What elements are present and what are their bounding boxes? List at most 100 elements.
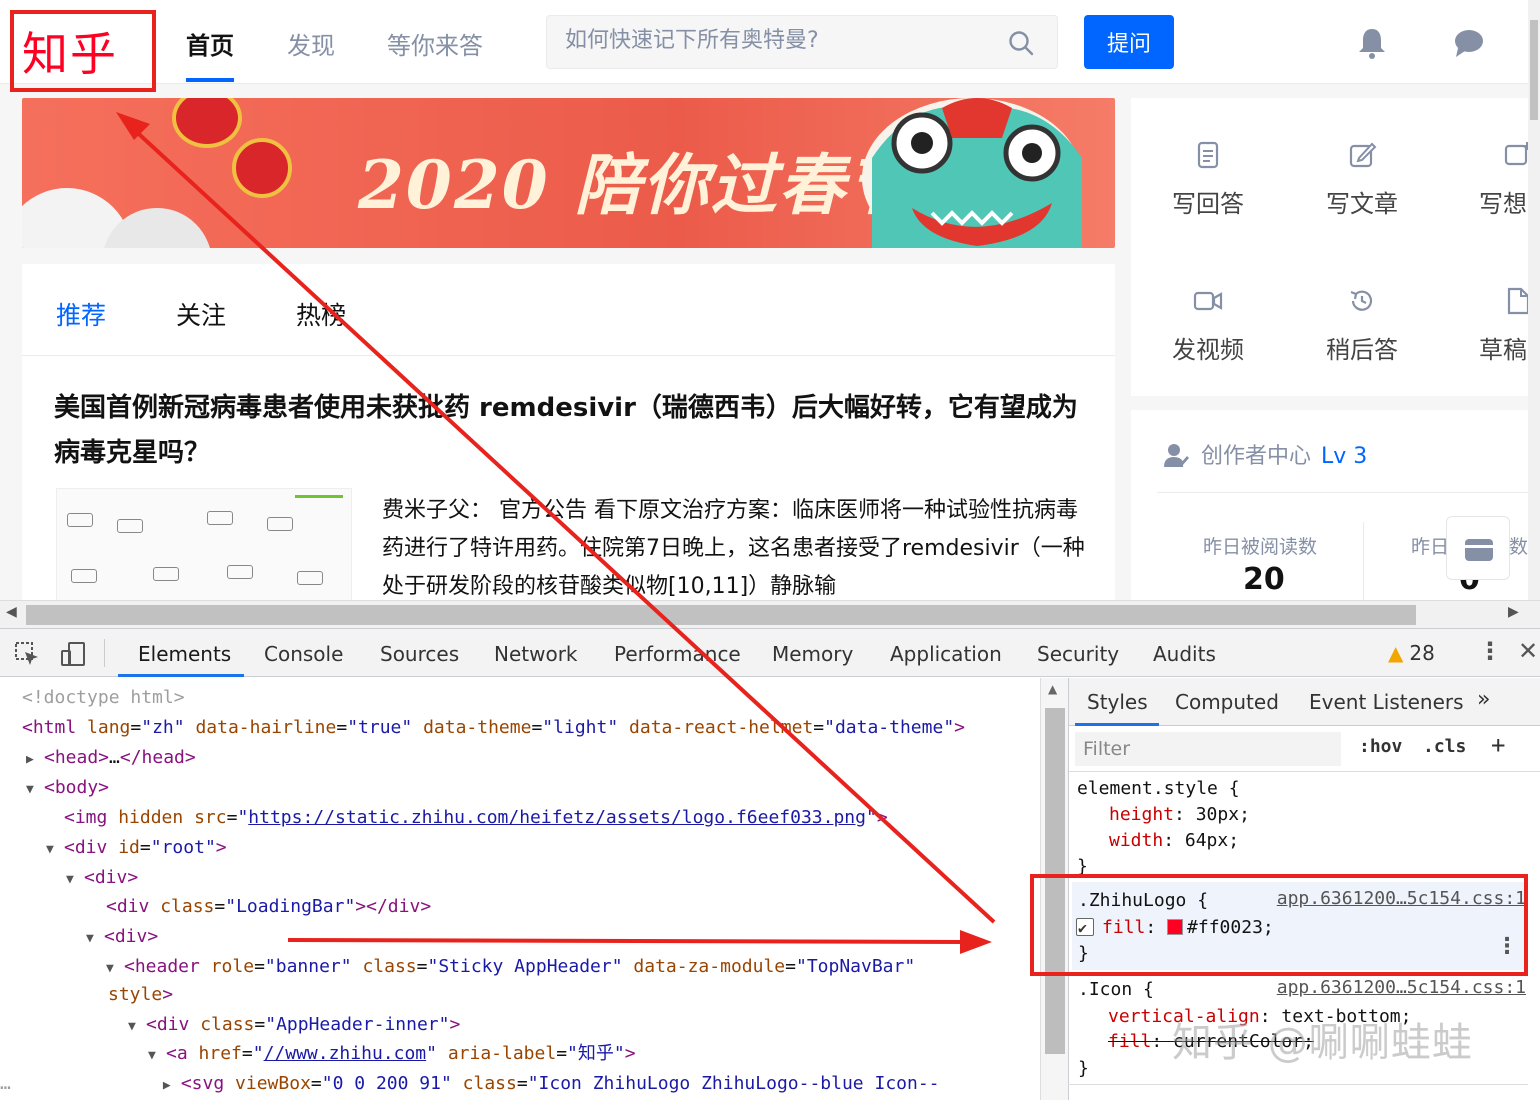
attr-module: TopNavBar (806, 956, 905, 977)
dom-line-header[interactable]: ▼ <header role="banner" class="Sticky App… (106, 953, 915, 981)
dom-line-header-style[interactable]: style> (108, 981, 173, 1009)
spring-festival-banner[interactable]: 2020 陪你过春节 (22, 98, 1115, 248)
attr-theme: light (553, 717, 608, 738)
new-rule-button[interactable]: + (1491, 731, 1505, 759)
molecule-figure (117, 519, 143, 533)
img-src-link[interactable]: https://static.zhihu.com/heifetz/assets/… (248, 807, 866, 828)
dom-line-head[interactable]: ▶ <head>…</head> (26, 744, 196, 772)
history-icon (1350, 290, 1373, 311)
bell-icon[interactable] (1355, 26, 1389, 60)
write-article-button[interactable]: 写文章 (1307, 140, 1417, 219)
dom-line-inner[interactable]: ▼ <div class="AppHeader-inner"> (128, 1011, 460, 1039)
lion-dance-icon (862, 98, 1082, 248)
tab-network[interactable]: Network (494, 642, 578, 666)
tab-audits[interactable]: Audits (1153, 642, 1216, 666)
dom-line-loadingbar[interactable]: <div class="LoadingBar"></div> (106, 893, 431, 921)
dom-line-div[interactable]: ▼ <div> (66, 864, 138, 892)
stat-label-second: 昨日 (1411, 536, 1450, 558)
collapse-arrow-icon[interactable]: ▼ (46, 836, 64, 864)
nav-active-underline (186, 78, 234, 82)
elements-tree: <!doctype html> <html lang="zh" data-hai… (0, 678, 1040, 1100)
css-decl-height[interactable]: height: 30px; (1109, 802, 1250, 828)
app-header: 知乎 首页 发现 等你来答 提问 (0, 0, 1540, 92)
page-horizontal-scrollbar[interactable]: ◀ ▶ (0, 600, 1540, 628)
zhihu-logo[interactable]: 知乎 (10, 10, 156, 92)
stat-label-second-tail: 数 (1509, 536, 1529, 558)
feed-card: 推荐 关注 热榜 美国首例新冠病毒患者使用未获批药 remdesivir（瑞德西… (22, 264, 1115, 628)
collapse-arrow-icon[interactable]: ▼ (86, 925, 104, 953)
question-title[interactable]: 美国首例新冠病毒患者使用未获批药 remdesivir（瑞德西韦）后大幅好转，它… (54, 386, 1084, 476)
answer-excerpt[interactable]: 费米子父： 官方公告 看下原文治疗方案：临床医师将一种试验性抗病毒药进行了特许用… (382, 492, 1088, 606)
write-answer-button[interactable]: 写回答 (1153, 140, 1263, 219)
dom-line-root[interactable]: ▼ <div id="root"> (46, 834, 227, 862)
creator-center-link[interactable]: 创作者中心 Lv 3 (1163, 438, 1367, 470)
tab-computed[interactable]: Computed (1175, 690, 1279, 714)
search-box[interactable] (546, 15, 1058, 69)
expand-arrow-icon[interactable]: ▶ (26, 746, 44, 774)
watermark: 知乎 @唰唰蛙蛙 (1172, 1020, 1473, 1066)
more-tabs-icon[interactable]: » (1477, 687, 1490, 712)
scroll-left-icon[interactable]: ◀ (6, 604, 17, 620)
collapse-arrow-icon[interactable]: ▼ (128, 1013, 146, 1041)
collapse-arrow-icon[interactable]: ▼ (26, 776, 44, 804)
scrollbar-thumb[interactable] (26, 605, 1416, 625)
tab-follow[interactable]: 关注 (176, 296, 226, 332)
warnings-counter[interactable]: ▲ 28 (1388, 641, 1435, 665)
class-toggle[interactable]: .cls (1423, 736, 1466, 757)
device-toolbar-icon[interactable] (60, 641, 86, 667)
tab-hot[interactable]: 热榜 (296, 296, 346, 332)
styles-filter-input[interactable] (1075, 732, 1341, 766)
collapse-arrow-icon[interactable]: ▼ (148, 1042, 166, 1070)
floating-action-button[interactable] (1446, 516, 1510, 580)
scrollbar-thumb[interactable] (1530, 20, 1538, 120)
search-input[interactable] (565, 28, 985, 53)
dom-line-img[interactable]: <img hidden src="https://static.zhihu.co… (64, 804, 888, 832)
close-icon[interactable]: ✕ (1518, 637, 1538, 665)
chat-icon[interactable] (1452, 26, 1486, 60)
collapse-arrow-icon[interactable]: ▼ (66, 866, 84, 894)
answer-later-button[interactable]: 稍后答 (1307, 286, 1417, 365)
highlight-box (1030, 874, 1528, 976)
document-icon (1197, 141, 1219, 169)
expand-arrow-icon[interactable]: ▶ (163, 1072, 181, 1100)
dom-line-html[interactable]: <html lang="zh" data-hairline="true" dat… (22, 714, 965, 742)
page-vertical-scrollbar[interactable] (1528, 0, 1540, 600)
icon-source-link[interactable]: app.6361200…5c154.css:1 (1277, 977, 1526, 998)
question-thumbnail[interactable] (56, 488, 352, 608)
css-decl-width[interactable]: width: 64px; (1109, 828, 1239, 854)
dom-line-anchor[interactable]: ▼ <a href="//www.zhihu.com" aria-label="知… (148, 1040, 636, 1068)
dom-line-div2[interactable]: ▼ <div> (86, 923, 158, 951)
icon-selector: .Icon { (1078, 979, 1154, 1000)
dom-line-svg[interactable]: … ▶ <svg viewBox="0 0 200 91" class="Icon … (0, 1070, 940, 1098)
tab-event-listeners[interactable]: Event Listeners (1309, 690, 1464, 714)
collapse-arrow-icon[interactable]: ▼ (106, 955, 124, 983)
dom-line-body[interactable]: ▼ <body> (26, 774, 109, 802)
kebab-menu-icon[interactable]: ⋮ (1478, 637, 1502, 665)
tab-elements[interactable]: Elements (138, 642, 231, 666)
tab-console[interactable]: Console (264, 642, 343, 666)
anchor-href-link[interactable]: //www.zhihu.com (264, 1043, 427, 1064)
ask-button[interactable]: 提问 (1084, 15, 1174, 69)
nav-home[interactable]: 首页 (186, 26, 234, 61)
post-video-button[interactable]: 发视频 (1153, 286, 1263, 365)
search-icon[interactable] (1007, 29, 1035, 57)
divider (1157, 492, 1537, 493)
scroll-up-icon[interactable]: ▲ (1048, 682, 1057, 696)
nav-explore[interactable]: 发现 (287, 26, 335, 61)
tab-sources[interactable]: Sources (380, 642, 459, 666)
tab-styles[interactable]: Styles (1087, 690, 1148, 714)
ellipsis-icon: … (0, 1073, 11, 1094)
height-value[interactable]: 30px; (1196, 804, 1250, 825)
inspect-element-icon[interactable] (14, 641, 40, 667)
hover-state-toggle[interactable]: :hov (1359, 736, 1402, 757)
scroll-right-icon[interactable]: ▶ (1508, 604, 1519, 620)
dom-line-doctype[interactable]: <!doctype html> (22, 684, 185, 712)
tab-security[interactable]: Security (1037, 642, 1119, 666)
attr-class: AppHeader-inner (276, 1014, 439, 1035)
tab-memory[interactable]: Memory (772, 642, 853, 666)
width-value[interactable]: 64px; (1185, 830, 1239, 851)
tab-recommend[interactable]: 推荐 (56, 296, 106, 332)
tab-performance[interactable]: Performance (614, 642, 741, 666)
tab-application[interactable]: Application (890, 642, 1002, 666)
nav-waiting[interactable]: 等你来答 (387, 26, 483, 61)
